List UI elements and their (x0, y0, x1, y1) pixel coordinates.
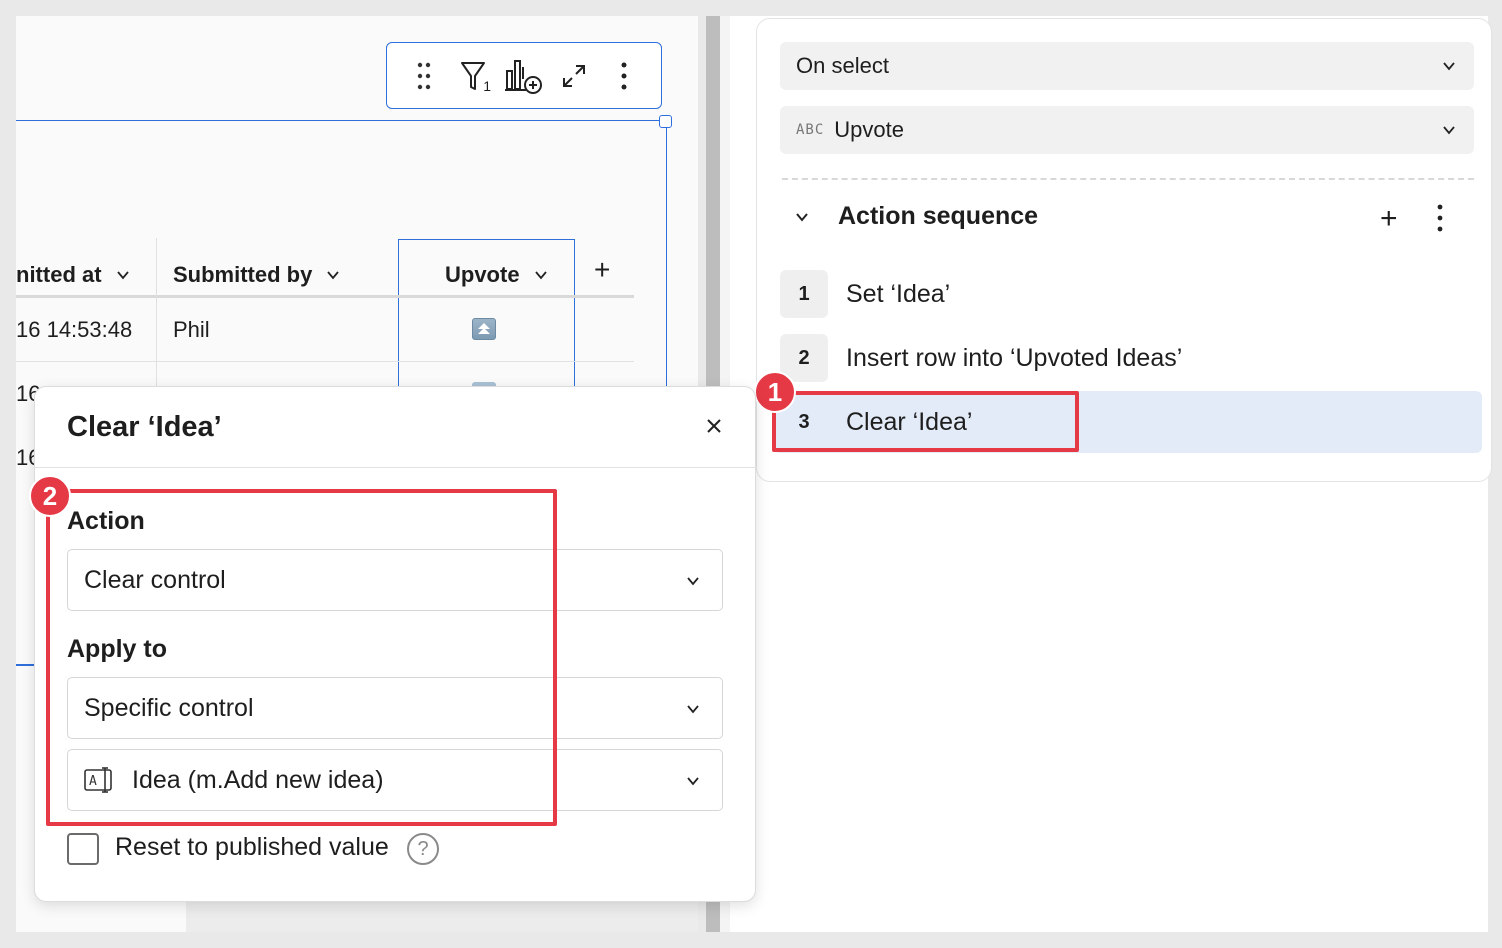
help-icon[interactable]: ? (407, 833, 439, 865)
actions-panel: On select ABC Upvote Action sequence + 1… (730, 16, 1492, 932)
chevron-down-icon[interactable] (326, 268, 340, 282)
chevron-down-icon (1443, 62, 1455, 71)
more-vertical-icon[interactable] (1436, 204, 1444, 232)
chevron-down-icon (1443, 126, 1455, 135)
popover-divider (35, 467, 757, 468)
table-element-frame-edge (16, 664, 34, 666)
cell-submitted-at[interactable]: 16 14:53:48 (16, 317, 132, 343)
add-chart-icon[interactable] (504, 56, 544, 96)
chevron-down-icon[interactable] (116, 268, 130, 282)
column-value: Upvote (834, 117, 905, 142)
step-number: 1 (780, 270, 828, 318)
section-divider (782, 178, 1474, 180)
column-header-submitted-at[interactable]: nitted at (16, 252, 130, 298)
trigger-value: On select (796, 53, 889, 78)
column-header-label: Upvote (445, 262, 520, 287)
expand-icon[interactable] (554, 56, 594, 96)
highlight-box-2 (46, 489, 557, 826)
filter-count: 1 (483, 77, 491, 94)
column-select[interactable]: ABC Upvote (780, 106, 1474, 154)
element-toolbar: 1 (386, 42, 662, 109)
double-chevron-up-icon (478, 323, 490, 334)
resize-handle[interactable] (659, 115, 672, 128)
popover-title: Clear ‘Idea’ (67, 411, 222, 443)
collapse-chevron-icon[interactable] (794, 209, 810, 225)
action-step-1[interactable]: 1 Set ‘Idea’ (774, 263, 1482, 325)
step-label: Insert row into ‘Upvoted Ideas’ (846, 343, 1183, 372)
text-type-icon: ABC (796, 122, 825, 138)
chevron-down-icon[interactable] (534, 268, 548, 282)
step-label: Set ‘Idea’ (846, 279, 951, 308)
annotation-badge-2: 2 (29, 475, 71, 517)
action-step-2[interactable]: 2 Insert row into ‘Upvoted Ideas’ (774, 327, 1482, 389)
reset-label: Reset to published value (115, 833, 389, 861)
chevron-down-icon (687, 577, 699, 586)
add-action-button[interactable]: + (1380, 202, 1398, 236)
add-column-button[interactable]: + (594, 254, 610, 286)
close-icon[interactable] (705, 417, 723, 435)
column-header-label: nitted at (16, 262, 102, 287)
column-header-upvote[interactable]: Upvote (445, 252, 548, 298)
column-header-label: Submitted by (173, 262, 313, 287)
column-header-submitted-by[interactable]: Submitted by (173, 252, 340, 298)
cell-submitted-by[interactable]: Phil (173, 317, 210, 343)
highlight-box-1 (772, 391, 1079, 452)
reset-checkbox[interactable] (67, 833, 99, 865)
table-header: nitted at Submitted by Upvote (16, 252, 634, 298)
action-sequence-title: Action sequence (838, 202, 1039, 230)
annotation-badge-1: 1 (754, 371, 796, 413)
drag-handle-icon[interactable] (404, 56, 444, 96)
upvote-button[interactable] (472, 318, 496, 340)
app-window: 1 nitted at Submitted by Upvote + 16 14:… (0, 0, 1502, 948)
chevron-down-icon (687, 777, 699, 786)
row-divider (16, 361, 634, 362)
chevron-down-icon (687, 705, 699, 714)
trigger-select[interactable]: On select (780, 42, 1474, 90)
more-vertical-icon[interactable] (604, 56, 644, 96)
filter-icon[interactable]: 1 (454, 56, 494, 96)
